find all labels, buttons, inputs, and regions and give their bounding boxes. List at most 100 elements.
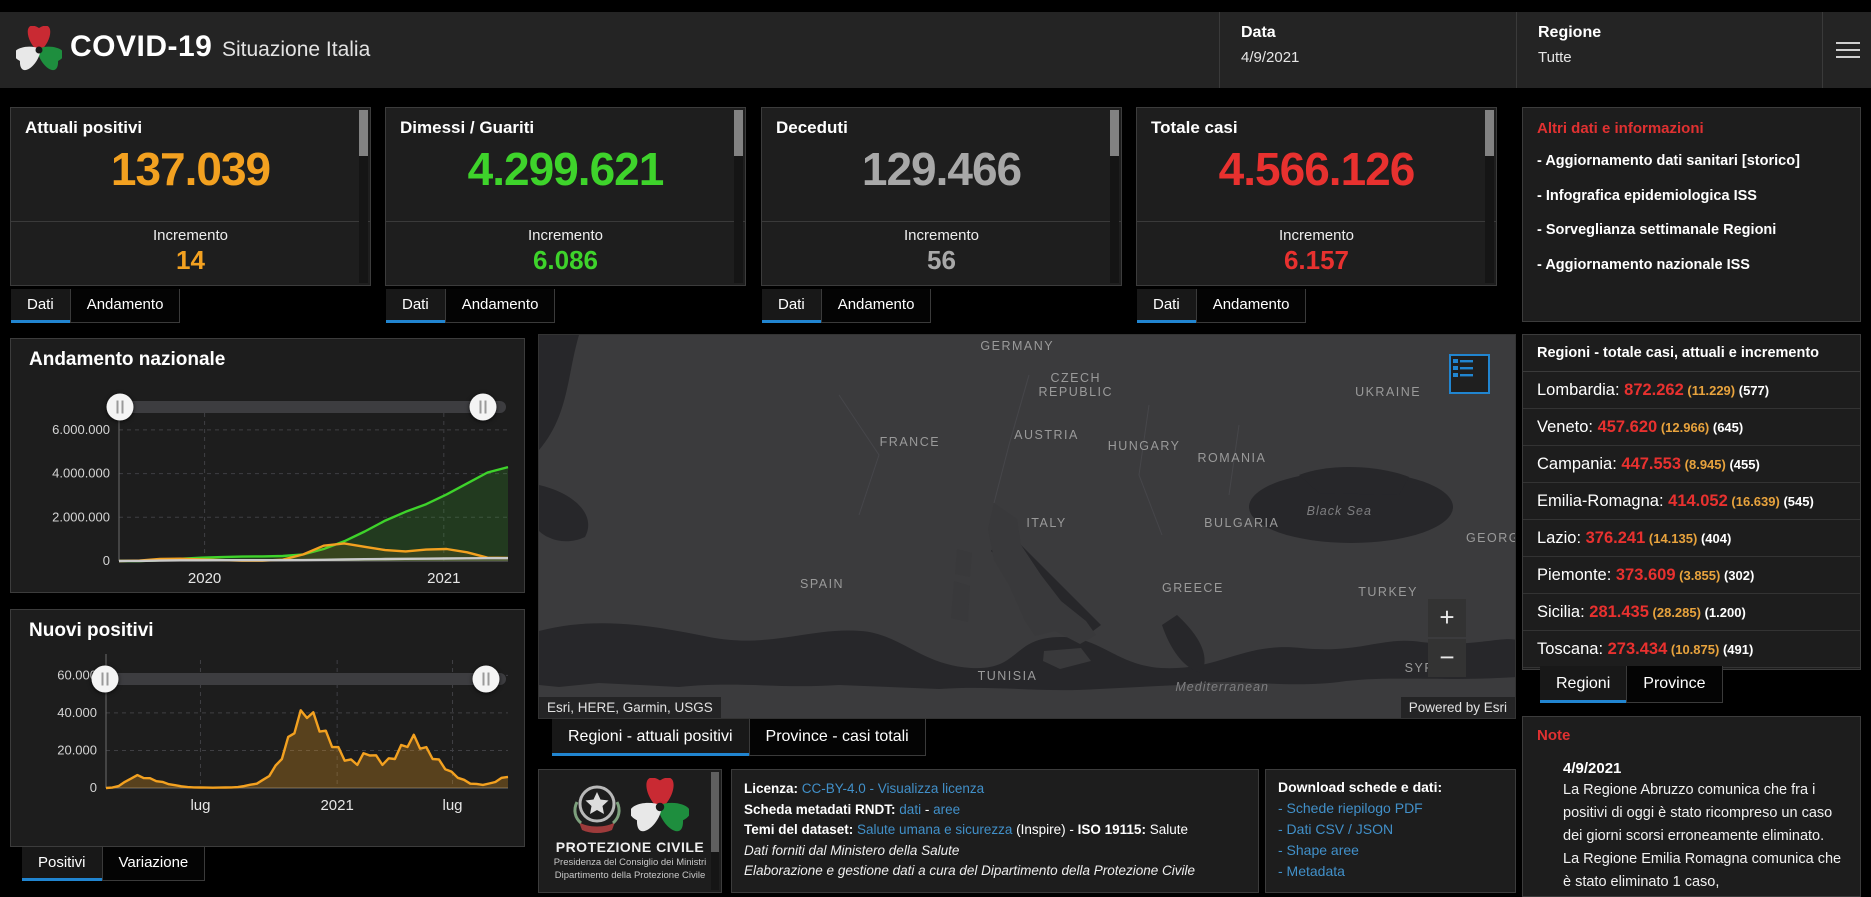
card-title: Dimessi / Guariti <box>400 118 535 137</box>
time-range-slider[interactable] <box>106 393 506 421</box>
tab-dati[interactable]: Dati <box>762 289 821 323</box>
sidebar-link[interactable]: - Sorveglianza settimanale Regioni <box>1537 221 1846 241</box>
note-title: Note <box>1537 727 1571 744</box>
card-value: 4.566.126 <box>1218 143 1416 195</box>
tab-positivi[interactable]: Positivi <box>22 847 102 881</box>
license-text: Salute <box>1145 822 1188 838</box>
slider-handle-right[interactable] <box>469 393 497 421</box>
region-label: Regione <box>1538 24 1602 41</box>
region-row[interactable]: Toscana: 273.434 (10.875) (491) <box>1523 631 1860 668</box>
license-line: Licenza: CC-BY-4.0 - Visualizza licenza <box>744 779 1246 800</box>
tab-andamento[interactable]: Andamento <box>1195 289 1307 323</box>
tab-regioni[interactable]: Regioni <box>1540 666 1627 703</box>
date-block: Data 4/9/2021 <box>1241 24 1299 66</box>
license-label: Licenza: <box>744 781 802 796</box>
region-row[interactable]: Lombardia: 872.262 (11.229) (577) <box>1523 372 1860 409</box>
protezione-civile-logo-icon <box>16 26 62 72</box>
map-basemap <box>539 335 1515 718</box>
scrollbar[interactable] <box>359 110 368 283</box>
svg-text:20.000: 20.000 <box>57 742 97 757</box>
date-value: 4/9/2021 <box>1241 49 1300 66</box>
tab-variazione[interactable]: Variazione <box>101 847 206 881</box>
tab-province[interactable]: Province <box>1626 666 1723 703</box>
card-attuali-positivi: Attuali positivi 137.039 Incremento 14 <box>10 107 371 286</box>
note-date: 4/9/2021 <box>1563 760 1622 777</box>
tab-andamento[interactable]: Andamento <box>69 289 181 323</box>
separator: - <box>865 781 878 796</box>
license-link[interactable]: Salute umana e sicurezza <box>857 822 1012 837</box>
slider-handle-left[interactable] <box>91 665 119 693</box>
license-link[interactable]: dati <box>899 802 921 817</box>
svg-text:4.000.000: 4.000.000 <box>52 466 110 481</box>
protezione-civile-logo-icon <box>631 778 689 834</box>
card-title: Attuali positivi <box>25 118 143 137</box>
logo-subtitle-2: Dipartimento della Protezione Civile <box>554 870 706 881</box>
nuovi-positivi-chart: 020.00040.00060.000lug 2021 lug <box>57 654 509 814</box>
app-subtitle: Situazione Italia <box>222 38 371 61</box>
zoom-out-button[interactable]: − <box>1428 639 1466 677</box>
download-link[interactable]: - Shape aree <box>1278 842 1503 858</box>
license-link[interactable]: CC-BY-4.0 <box>802 781 866 796</box>
tab-andamento[interactable]: Andamento <box>820 289 932 323</box>
card-totale-casi: Totale casi 4.566.126 Incremento 6.157 <box>1136 107 1497 286</box>
sidebar-link[interactable]: - Aggiornamento dati sanitari [storico] <box>1537 152 1846 172</box>
scrollbar[interactable] <box>734 110 743 283</box>
region-row[interactable]: Emilia-Romagna: 414.052 (16.639) (545) <box>1523 483 1860 520</box>
sidebar-link[interactable]: - Aggiornamento nazionale ISS <box>1537 256 1846 276</box>
license-label: Temi del dataset: <box>744 822 858 838</box>
map-attribution: Esri, HERE, Garmin, USGS <box>539 697 721 718</box>
menu-icon[interactable] <box>1836 42 1860 60</box>
increment-value: 14 <box>176 245 205 275</box>
svg-text:40.000: 40.000 <box>57 705 97 720</box>
region-block: Regione Tutte <box>1538 24 1601 66</box>
card-tabs: Dati Andamento <box>1137 289 1307 323</box>
date-label: Data <box>1241 24 1276 41</box>
card-increment-section: Incremento 14 <box>11 221 370 285</box>
license-line: Temi del dataset: Salute umana e sicurez… <box>744 820 1246 841</box>
sidebar-link[interactable]: - Infografica epidemiologica ISS <box>1537 187 1846 207</box>
card-value: 129.466 <box>861 143 1022 195</box>
scrollbar[interactable] <box>1485 110 1494 283</box>
license-label: Scheda metadati RNDT: <box>744 801 900 817</box>
region-row[interactable]: Sicilia: 281.435 (28.285) (1.200) <box>1523 594 1860 631</box>
card-title: Deceduti <box>776 118 848 137</box>
license-link[interactable]: aree <box>933 802 960 817</box>
tab-dati[interactable]: Dati <box>1137 289 1196 323</box>
increment-label: Incremento <box>527 227 604 244</box>
nuovi-positivi-tabs: Positivi Variazione <box>22 847 206 881</box>
zoom-in-button[interactable]: + <box>1428 599 1466 637</box>
tab-andamento[interactable]: Andamento <box>444 289 556 323</box>
tab-dati[interactable]: Dati <box>11 289 70 323</box>
slider-handle-right[interactable] <box>472 665 500 693</box>
scrollbar[interactable] <box>711 772 719 890</box>
license-label: ISO 19115: <box>1077 822 1146 838</box>
region-value: Tutte <box>1538 49 1572 66</box>
separator: - <box>921 801 934 817</box>
tab-dati[interactable]: Dati <box>386 289 445 323</box>
altri-dati-title: Altri dati e informazioni <box>1537 120 1704 137</box>
italy-emblem-icon <box>573 785 621 833</box>
download-link[interactable]: - Metadata <box>1278 863 1503 879</box>
europe-map[interactable]: GERMANY CZECH REPUBLIC UKRAINE AUSTRIA FRANC… <box>538 334 1516 719</box>
region-row[interactable]: Veneto: 457.620 (12.966) (645) <box>1523 409 1860 446</box>
card-value: 137.039 <box>110 143 271 195</box>
region-row[interactable]: Lazio: 376.241 (14.135) (404) <box>1523 520 1860 557</box>
header-divider <box>1219 12 1220 88</box>
time-range-slider[interactable] <box>91 665 506 693</box>
sidebar-tabs: Regioni Province <box>1540 666 1723 703</box>
download-link[interactable]: - Dati CSV / JSON <box>1278 821 1503 837</box>
slider-handle-left[interactable] <box>106 393 134 421</box>
card-value: 4.299.621 <box>467 143 665 195</box>
region-row[interactable]: Campania: 447.553 (8.945) (455) <box>1523 446 1860 483</box>
svg-text:lug: lug <box>443 797 463 814</box>
regions-list-title: Regioni - totale casi, attuali e increme… <box>1523 335 1860 372</box>
license-link[interactable]: Visualizza licenza <box>878 781 984 796</box>
panel-logo: PROTEZIONE CIVILE Presidenza del Consigl… <box>538 769 722 893</box>
tab-regioni-attuali-positivi[interactable]: Regioni - attuali positivi <box>552 719 749 756</box>
scrollbar[interactable] <box>1110 110 1119 283</box>
tab-province-casi-totali[interactable]: Province - casi totali <box>748 719 926 756</box>
panel-altri-dati: Altri dati e informazioni - Aggiornament… <box>1522 107 1861 322</box>
download-link[interactable]: - Schede riepilogo PDF <box>1278 800 1503 816</box>
region-row[interactable]: Piemonte: 373.609 (3.855) (302) <box>1523 557 1860 594</box>
legend-icon[interactable] <box>1449 354 1490 394</box>
